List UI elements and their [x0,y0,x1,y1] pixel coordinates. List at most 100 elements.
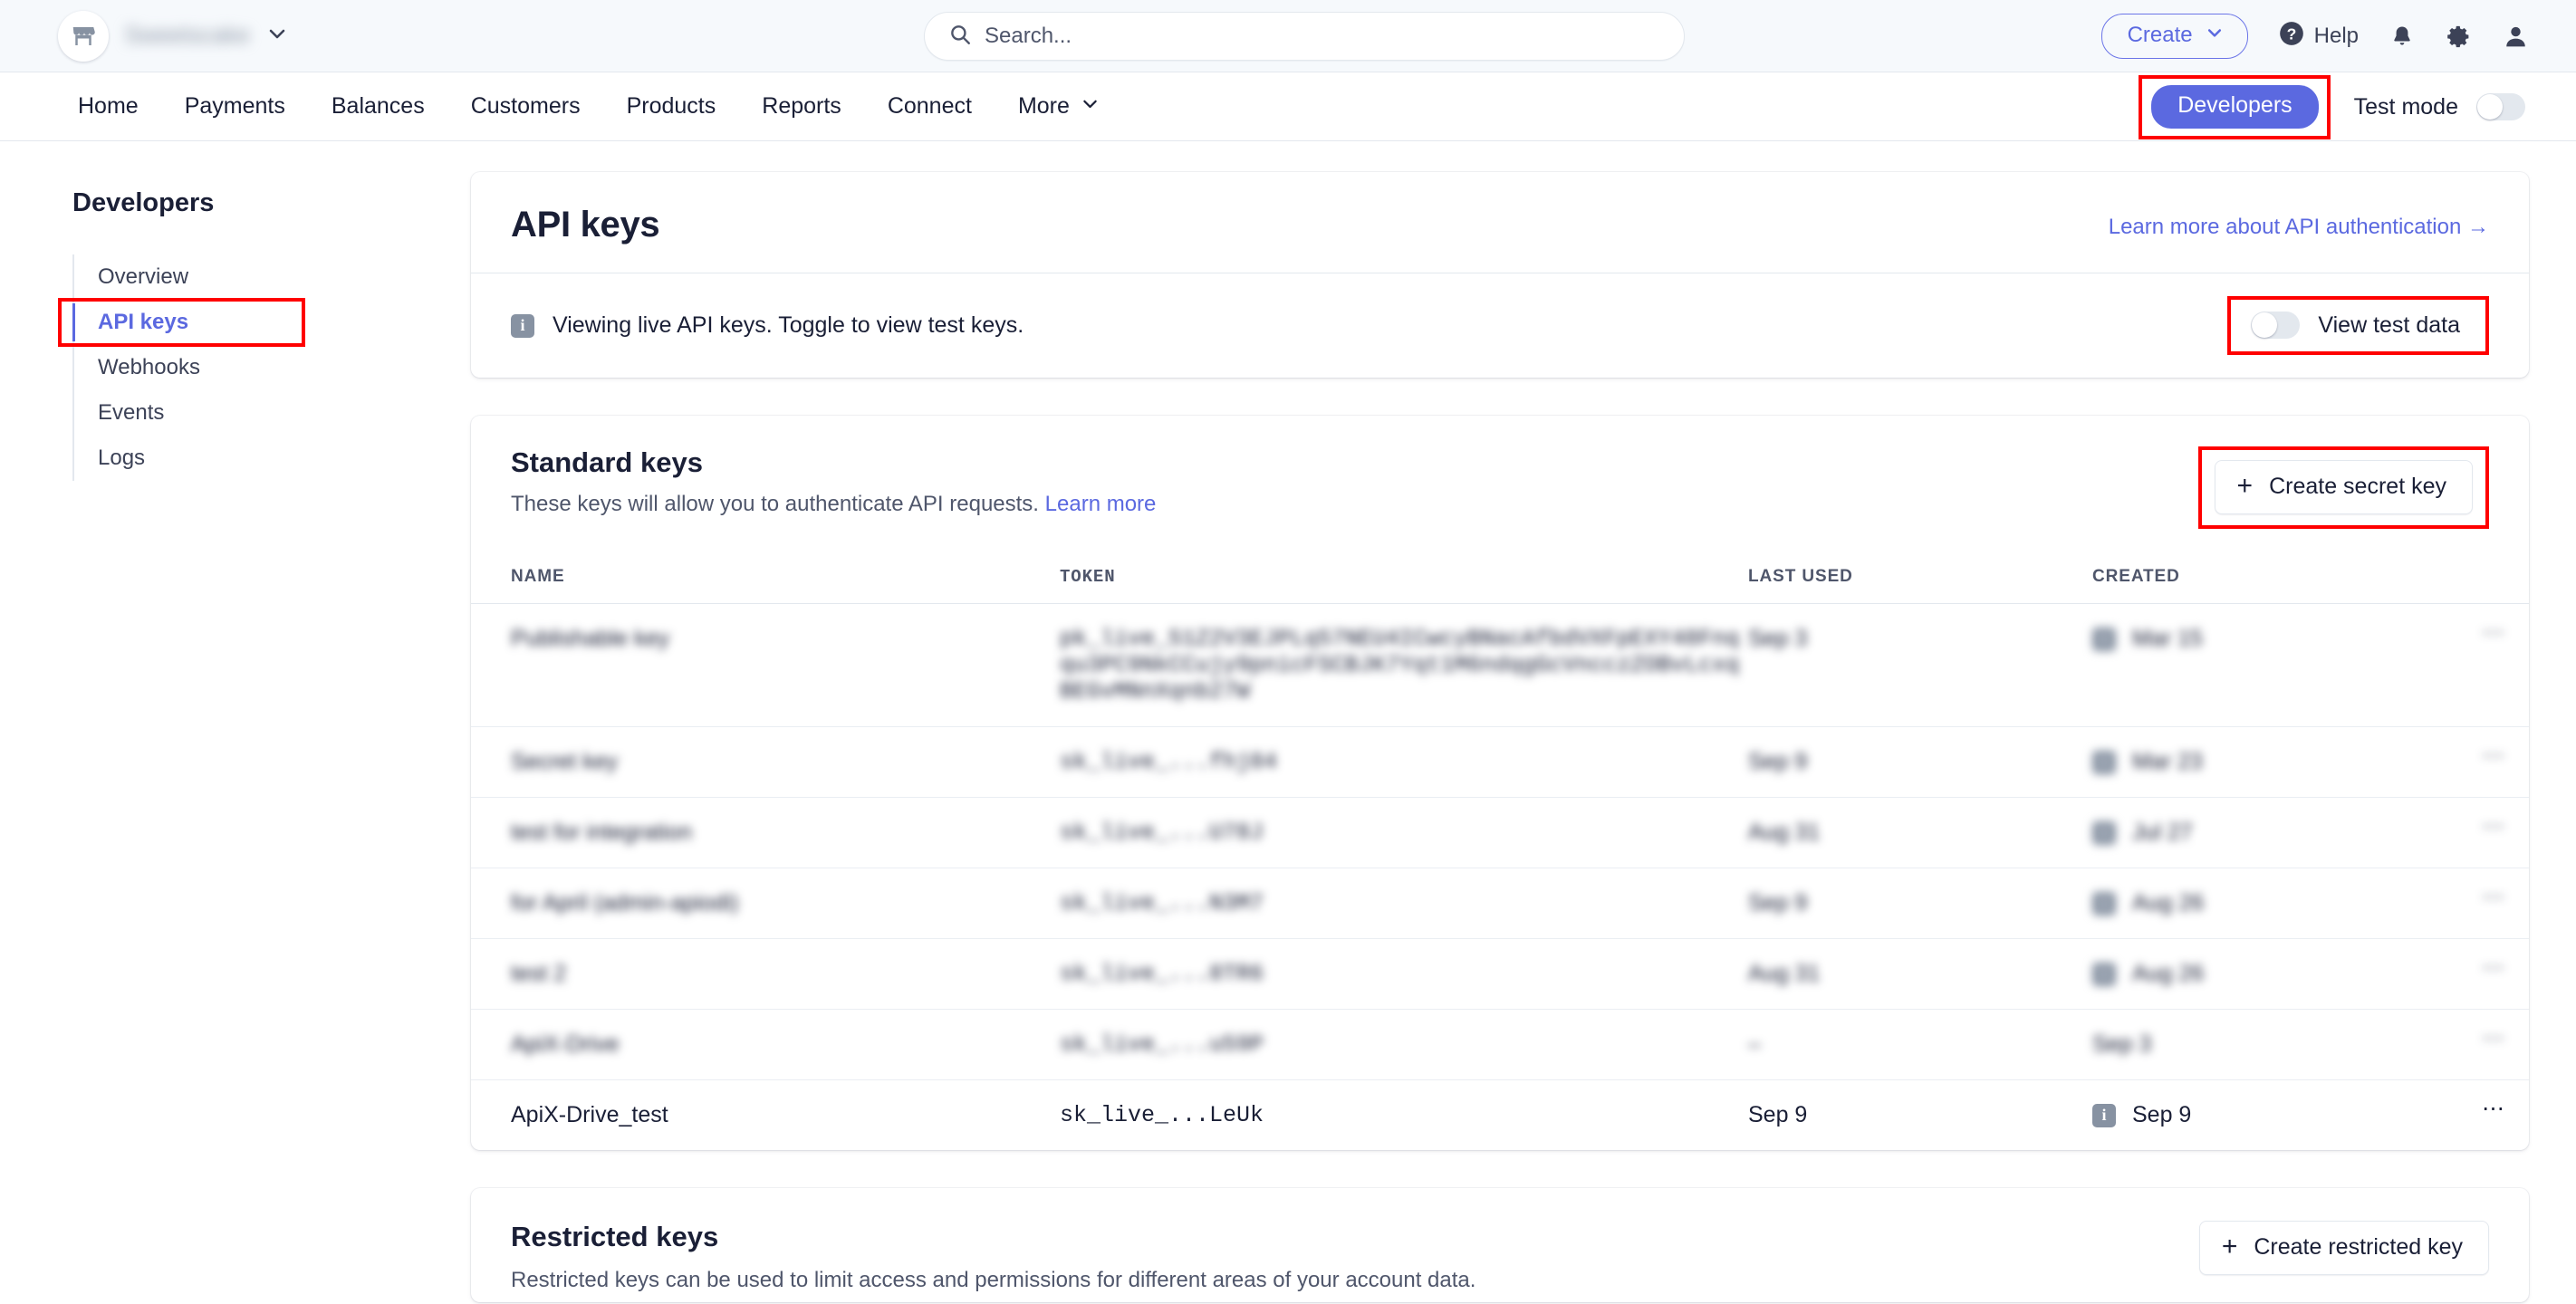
test-mode-label: Test mode [2353,93,2458,120]
standard-keys-learn-more-link[interactable]: Learn more [1045,492,1157,516]
key-name: for April (admin-apiodi) [471,868,1060,939]
developers-button[interactable]: Developers [2151,84,2319,129]
table-row[interactable]: Publishable key pk_live_51Z2V3EJPLq57NEU… [471,603,2529,727]
sidebar-item-webhooks[interactable]: Webhooks [74,345,471,390]
standard-keys-title: Standard keys [511,446,703,478]
key-token: sk_live_...N3M7 [1060,868,1748,939]
info-icon: i [2092,1103,2116,1127]
table-row[interactable]: test 2 sk_live_...8TR6 Aug 31 i Aug 26 ⋯ [471,938,2529,1010]
row-actions-menu[interactable]: ⋯ [2482,1080,2529,1151]
user-icon[interactable] [2503,24,2529,50]
column-header-last-used: LAST USED [1748,552,2092,604]
key-last-used: – [1748,1009,2092,1080]
create-button-label: Create [2127,23,2193,47]
nav-item-products[interactable]: Products [627,93,716,120]
key-token[interactable]: sk_live_...LeUk [1060,1080,1748,1151]
chevron-down-icon[interactable] [266,23,288,49]
table-head: NAME TOKEN LAST USED CREATED [471,552,2529,604]
nav-item-payments[interactable]: Payments [185,93,285,120]
key-name: Publishable key [471,603,1060,727]
table-row[interactable]: ApiX-Drive sk_live_...u59P – Sep 3 ⋯ [471,1009,2529,1080]
nav-item-home[interactable]: Home [78,93,139,120]
bell-icon[interactable] [2389,24,2415,49]
key-token: sk_live_...8TR6 [1060,938,1748,1010]
row-actions-menu[interactable]: ⋯ [2482,1009,2529,1080]
key-last-used: Sep 9 [1748,1102,1808,1127]
key-created: i Jul 27 [2092,797,2482,868]
view-test-data-highlight-annotation: View test data [2227,296,2489,355]
standard-keys-table: NAME TOKEN LAST USED CREATED Publishable… [471,552,2529,1150]
table-row[interactable]: for April (admin-apiodi) sk_live_...N3M7… [471,868,2529,939]
test-mode-control[interactable]: Test mode [2354,93,2525,120]
key-last-used: Sep 3 [1748,603,2092,727]
toggle-knob [2477,94,2503,120]
sidebar-item-overview[interactable]: Overview [74,254,471,300]
svg-text:?: ? [2286,24,2296,43]
table-row[interactable]: ApiX-Drive_test sk_live_...LeUk Sep 9 i … [471,1080,2529,1151]
plus-icon: + [2221,1232,2238,1261]
chevron-down-icon [1081,93,1100,120]
gear-icon[interactable] [2446,24,2472,50]
learn-more-api-authentication-link[interactable]: Learn more about API authentication → [2109,215,2489,240]
developers-highlight-annotation: Developers [2139,74,2331,139]
key-last-used: Aug 31 [1748,938,2092,1010]
nav-item-more[interactable]: More [1018,93,1100,120]
create-secret-key-button[interactable]: + Create secret key [2214,460,2473,514]
sidebar-item-logs[interactable]: Logs [74,436,471,481]
row-actions-menu[interactable]: ⋯ [2482,603,2529,727]
row-actions-menu[interactable]: ⋯ [2482,868,2529,939]
create-restricted-key-button[interactable]: + Create restricted key [2198,1221,2489,1275]
create-secret-key-label: Create secret key [2269,473,2446,499]
nav-item-reports[interactable]: Reports [762,93,841,120]
search-input[interactable]: Search... [924,12,1685,61]
standard-keys-card: Standard keys These keys will allow you … [471,416,2529,1150]
standard-keys-heading-group: Standard keys These keys will allow you … [511,446,1156,517]
row-actions-menu[interactable]: ⋯ [2482,938,2529,1010]
api-keys-card-header: API keys Learn more about API authentica… [471,172,2529,273]
chevron-down-icon [2206,23,2224,48]
restricted-keys-description: Restricted keys can be used to limit acc… [511,1268,1476,1292]
info-icon: i [2092,820,2116,845]
live-keys-banner: i Viewing live API keys. Toggle to view … [471,273,2529,378]
key-token: sk_live_...fhj84 [1060,726,1748,798]
created-date: Mar 15 [2132,626,2203,651]
help-button[interactable]: ? Help [2279,21,2359,53]
sidebar-title: Developers [72,188,215,217]
test-mode-toggle[interactable] [2476,93,2525,120]
key-name: test for integration [471,797,1060,868]
table-row[interactable]: Secret key sk_live_...fhj84 Sep 9 i Mar … [471,726,2529,798]
sidebar-item-events[interactable]: Events [74,390,471,436]
row-actions-menu[interactable]: ⋯ [2482,726,2529,798]
created-cell: i Aug 26 [2092,890,2482,916]
nav-item-balances[interactable]: Balances [332,93,425,120]
plus-icon: + [2236,471,2254,501]
account-switcher[interactable]: Sweetscake [58,10,288,62]
key-last-used: Sep 9 [1748,726,2092,798]
key-name: ApiX-Drive [471,1009,1060,1080]
table-header-row: NAME TOKEN LAST USED CREATED [471,552,2529,604]
question-circle-icon: ? [2279,21,2304,53]
created-cell: i Mar 23 [2092,749,2482,775]
nav-item-customers[interactable]: Customers [471,93,581,120]
info-icon: i [2092,891,2116,916]
key-name: ApiX-Drive_test [511,1102,668,1127]
row-actions-menu[interactable]: ⋯ [2482,797,2529,868]
table-row[interactable]: test for integration sk_live_...U78J Aug… [471,797,2529,868]
created-date: Aug 26 [2132,890,2205,916]
sidebar-item-api-keys-wrapper: API keys [58,298,305,347]
column-header-name: NAME [471,552,1060,604]
nav-item-connect[interactable]: Connect [888,93,972,120]
restricted-keys-heading-group: Restricted keys Restricted keys can be u… [511,1221,1475,1293]
sidebar-item-api-keys[interactable]: API keys [72,300,305,345]
search-container[interactable]: Search... [924,12,1685,61]
table-body: Publishable key pk_live_51Z2V3EJPLq57NEU… [471,603,2529,1151]
key-created: i Sep 9 [2092,1080,2482,1151]
key-created: Sep 3 [2092,1009,2482,1080]
create-button[interactable]: Create [2100,14,2248,59]
column-header-actions [2482,552,2529,604]
restricted-keys-header: Restricted keys Restricted keys can be u… [471,1188,2529,1302]
created-date: Sep 9 [2132,1102,2192,1127]
view-test-data-toggle[interactable] [2251,312,2301,339]
top-bar-actions: Create ? Help [2100,0,2529,72]
nav-items: Home Payments Balances Customers Product… [78,93,1100,120]
